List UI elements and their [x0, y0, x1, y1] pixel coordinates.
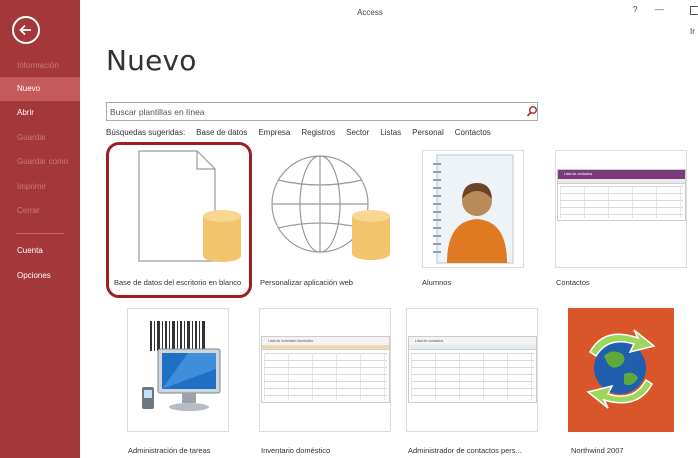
thumbnail-toolbar: [558, 179, 685, 184]
template-search-box: [106, 102, 538, 121]
inventory-thumbnail: Lista de inventario doméstico: [261, 336, 390, 403]
contacts-manager-thumbnail: Lista de contactos: [408, 336, 537, 403]
thumbnail-toolbar: [409, 345, 536, 350]
template-label[interactable]: Inventario doméstico: [261, 446, 330, 455]
template-label[interactable]: Northwind 2007: [571, 446, 624, 455]
northwind-globe-icon: [568, 308, 674, 432]
computer-barcode-icon: [142, 321, 221, 411]
window-title: Access: [357, 8, 383, 17]
suggested-search-link[interactable]: Personal: [412, 128, 444, 137]
template-tile-alumnos[interactable]: [422, 150, 524, 268]
sidebar-item-cuenta[interactable]: Cuenta: [0, 239, 80, 263]
web-app-globe-icon: [271, 155, 390, 260]
sidebar-item-nuevo[interactable]: Nuevo: [0, 77, 80, 101]
template-tile-inventario[interactable]: Lista de inventario doméstico: [259, 308, 391, 432]
template-search-input[interactable]: [110, 104, 510, 119]
thumbnail-grid: [264, 353, 387, 400]
search-icon[interactable]: [526, 105, 538, 118]
template-tile-contactos[interactable]: Lista de contactos: [555, 150, 687, 268]
suggested-searches-label: Búsquedas sugeridas:: [106, 128, 186, 137]
suggested-search-link[interactable]: Empresa: [258, 128, 290, 137]
thumbnail-title: Lista de inventario doméstico: [262, 337, 389, 345]
suggested-searches: Búsquedas sugeridas: Base de datos Empresa…: [106, 128, 502, 137]
student-contact-card-icon: [433, 154, 514, 264]
template-tile-web-app[interactable]: [260, 150, 391, 268]
contacts-thumbnail: Lista de contactos: [557, 169, 686, 221]
thumbnail-toolbar: [262, 345, 389, 350]
thumbnail-grid: [560, 186, 683, 218]
template-label[interactable]: Alumnos: [422, 278, 451, 287]
sidebar-item-guardar[interactable]: Guardar: [0, 126, 80, 150]
suggested-search-link[interactable]: Listas: [380, 128, 401, 137]
thumbnail-title: Lista de contactos: [558, 170, 685, 179]
suggested-search-link[interactable]: Registros: [301, 128, 335, 137]
suggested-search-link[interactable]: Contactos: [455, 128, 491, 137]
template-tile-administracion-tareas[interactable]: [127, 308, 229, 432]
help-button[interactable]: ?: [633, 5, 637, 14]
sidebar-item-informacion[interactable]: Información: [0, 54, 80, 78]
back-button[interactable]: [12, 16, 40, 44]
access-backstage: Información Nuevo Abrir Guardar Guardar …: [0, 0, 698, 458]
template-tile-northwind[interactable]: [568, 308, 674, 432]
template-label[interactable]: Administración de tareas: [128, 446, 211, 455]
sidebar-divider: [16, 233, 64, 234]
sidebar-item-guardar-como[interactable]: Guardar como: [0, 150, 80, 174]
minimize-button[interactable]: —: [655, 4, 664, 14]
account-name[interactable]: Ir: [690, 27, 695, 36]
template-label[interactable]: Administrador de contactos pers...: [408, 446, 522, 455]
suggested-search-link[interactable]: Base de datos: [196, 128, 247, 137]
suggested-search-link[interactable]: Sector: [346, 128, 369, 137]
selected-template-highlight: [106, 142, 252, 298]
page-title: Nuevo: [106, 44, 197, 77]
sidebar-item-abrir[interactable]: Abrir: [0, 101, 80, 125]
backstage-sidebar: Información Nuevo Abrir Guardar Guardar …: [0, 0, 80, 458]
sidebar-item-imprimir[interactable]: Imprimir: [0, 175, 80, 199]
template-label[interactable]: Contactos: [556, 278, 590, 287]
maximize-button[interactable]: [690, 6, 698, 15]
sidebar-item-cerrar[interactable]: Cerrar: [0, 199, 80, 223]
sidebar-item-opciones[interactable]: Opciones: [0, 264, 80, 288]
thumbnail-grid: [411, 353, 534, 400]
thumbnail-title: Lista de contactos: [409, 337, 536, 345]
arrow-left-icon: [19, 24, 31, 36]
template-tile-contactos-personales[interactable]: Lista de contactos: [406, 308, 538, 432]
template-label[interactable]: Personalizar aplicación web: [260, 278, 353, 287]
